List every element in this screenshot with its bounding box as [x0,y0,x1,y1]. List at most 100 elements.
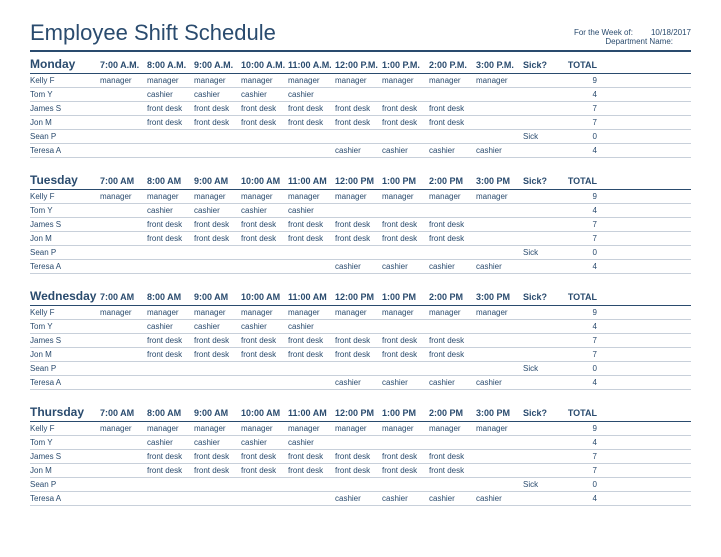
day-block: Thursday7:00 AM8:00 AM9:00 AM10:00 AM11:… [30,402,691,506]
shift-cell: manager [288,308,335,317]
sick-cell: Sick [523,132,559,141]
time-header: 7:00 AM [100,292,147,302]
shift-cell: front desk [147,336,194,345]
shift-cell: cashier [382,146,429,155]
total-header: TOTAL [559,408,597,418]
employee-name: Tom Y [30,438,100,447]
shift-cell: manager [147,424,194,433]
employee-name: Jon M [30,466,100,475]
time-header: 1:00 P.M. [382,60,429,70]
employee-name: Kelly F [30,308,100,317]
total-cell: 0 [559,132,597,141]
shift-cell: manager [241,308,288,317]
shift-cell: cashier [147,90,194,99]
shift-cell: cashier [476,146,523,155]
employee-row: Teresa Acashiercashiercashiercashier4 [30,144,691,158]
shift-cell: manager [241,424,288,433]
shift-cell: cashier [335,262,382,271]
shift-cell: cashier [288,90,335,99]
shift-cell: front desk [241,118,288,127]
employee-row: Teresa Acashiercashiercashiercashier4 [30,492,691,506]
shift-cell: front desk [429,336,476,345]
employee-name: Jon M [30,350,100,359]
employee-row: Sean PSick0 [30,130,691,144]
shift-cell: front desk [288,466,335,475]
shift-cell: front desk [382,234,429,243]
shift-cell: cashier [194,322,241,331]
time-header: 9:00 AM [194,176,241,186]
shift-cell: manager [147,308,194,317]
schedule-body: Monday7:00 A.M.8:00 A.M.9:00 A.M.10:00 A… [30,54,691,506]
employee-row: James Sfront deskfront deskfront deskfro… [30,450,691,464]
employee-row: Kelly Fmanagermanagermanagermanagermanag… [30,306,691,320]
shift-cell: cashier [241,90,288,99]
shift-cell: front desk [335,234,382,243]
shift-cell: front desk [335,466,382,475]
shift-cell: front desk [382,336,429,345]
time-header: 2:00 PM [429,292,476,302]
total-cell: 9 [559,308,597,317]
shift-cell: front desk [288,336,335,345]
shift-cell: manager [429,76,476,85]
shift-cell: front desk [194,452,241,461]
employee-name: Sean P [30,248,100,257]
employee-row: James Sfront deskfront deskfront deskfro… [30,218,691,232]
shift-cell: front desk [288,350,335,359]
shift-cell: cashier [194,206,241,215]
shift-cell: manager [194,424,241,433]
shift-cell: manager [100,192,147,201]
shift-cell: manager [335,76,382,85]
shift-cell: front desk [335,350,382,359]
employee-name: Sean P [30,364,100,373]
employee-name: Kelly F [30,424,100,433]
employee-row: Jon Mfront deskfront deskfront deskfront… [30,116,691,130]
time-header: 9:00 AM [194,408,241,418]
shift-cell: manager [335,308,382,317]
shift-cell: front desk [335,452,382,461]
shift-cell: front desk [335,336,382,345]
total-cell: 7 [559,350,597,359]
shift-cell: cashier [241,438,288,447]
shift-cell: front desk [241,466,288,475]
total-cell: 0 [559,480,597,489]
time-header: 12:00 PM [335,292,382,302]
day-header: Monday7:00 A.M.8:00 A.M.9:00 A.M.10:00 A… [30,54,691,74]
header-divider [30,50,691,52]
shift-cell: cashier [288,322,335,331]
total-cell: 9 [559,424,597,433]
shift-cell: front desk [382,466,429,475]
shift-cell: front desk [429,452,476,461]
time-header: 2:00 PM [429,408,476,418]
sick-header: Sick? [523,176,559,186]
total-cell: 7 [559,118,597,127]
sick-header: Sick? [523,408,559,418]
total-cell: 4 [559,146,597,155]
shift-cell: cashier [194,438,241,447]
employee-name: Teresa A [30,494,100,503]
shift-cell: manager [429,308,476,317]
shift-cell: front desk [241,336,288,345]
shift-cell: cashier [382,262,429,271]
shift-cell: cashier [288,438,335,447]
shift-cell: front desk [147,452,194,461]
shift-cell: front desk [382,452,429,461]
employee-row: James Sfront deskfront deskfront deskfro… [30,102,691,116]
total-cell: 9 [559,76,597,85]
time-header: 3:00 PM [476,408,523,418]
employee-row: Tom Ycashiercashiercashiercashier4 [30,204,691,218]
sick-header: Sick? [523,292,559,302]
shift-cell: cashier [335,146,382,155]
total-cell: 4 [559,322,597,331]
employee-name: Teresa A [30,378,100,387]
page-title: Employee Shift Schedule [30,20,276,46]
shift-cell: manager [194,308,241,317]
header-meta: For the Week of: 10/18/2017 Department N… [574,28,691,46]
shift-cell: manager [476,192,523,201]
day-name: Thursday [30,405,100,419]
shift-cell: manager [100,424,147,433]
shift-cell: cashier [382,494,429,503]
employee-name: Jon M [30,234,100,243]
time-header: 1:00 PM [382,292,429,302]
total-header: TOTAL [559,60,597,70]
employee-name: Kelly F [30,192,100,201]
